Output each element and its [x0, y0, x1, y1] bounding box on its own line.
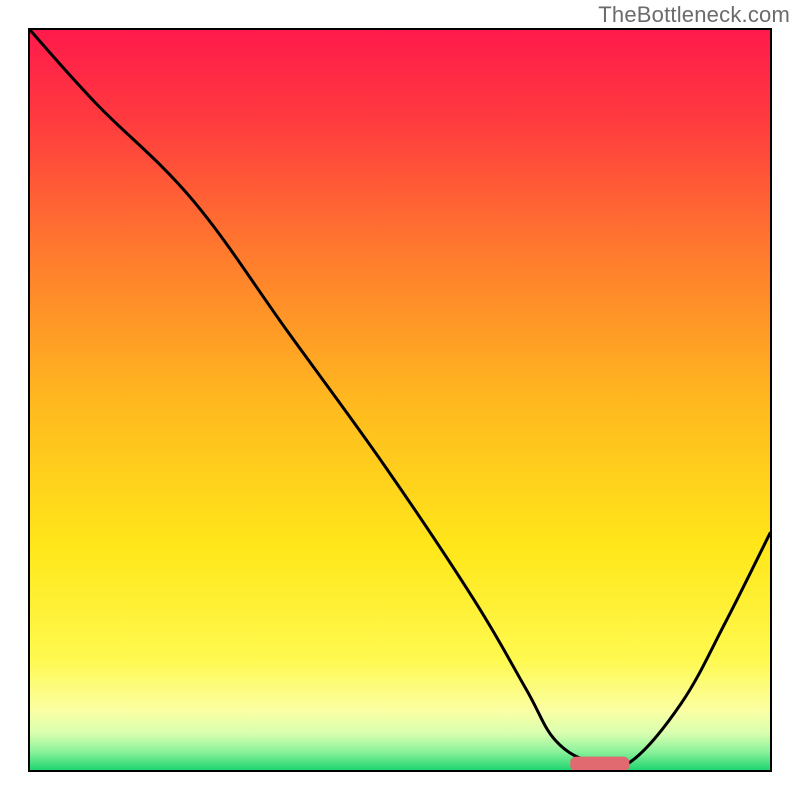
watermark-text: TheBottleneck.com	[598, 2, 790, 28]
plot-area	[28, 28, 772, 772]
chart-frame: TheBottleneck.com	[0, 0, 800, 800]
optimal-marker	[30, 30, 770, 770]
